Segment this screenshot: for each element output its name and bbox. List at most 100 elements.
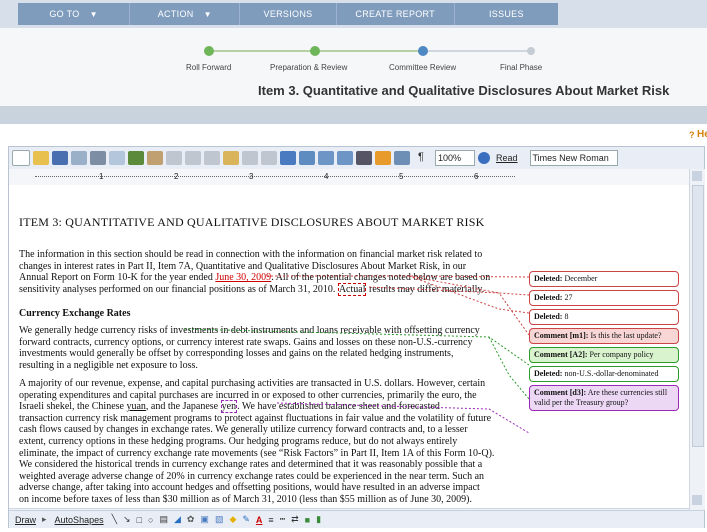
zoom-select[interactable]: 100% — [435, 150, 475, 166]
save-icon[interactable] — [52, 151, 68, 165]
read-button[interactable]: Read — [496, 153, 518, 163]
connector-line — [276, 402, 530, 434]
help-link[interactable]: He — [697, 129, 707, 140]
scroll-thumb[interactable] — [692, 185, 704, 447]
arrow-icon[interactable]: ↘ — [123, 514, 131, 525]
nav-versions-label: VERSIONS — [263, 9, 313, 19]
ruler[interactable]: 1 2 3 4 5 6 — [9, 169, 689, 186]
scroll-down-icon[interactable] — [692, 495, 702, 505]
document-editor: ¶ 100% Read Times New Roman 1 2 3 4 5 6 … — [8, 146, 705, 528]
comment-connectors — [183, 275, 530, 434]
font-select[interactable]: Times New Roman — [529, 150, 618, 166]
step-complete-icon — [310, 46, 320, 56]
nav-issues-label: ISSUES — [488, 9, 524, 19]
step-connector — [318, 50, 422, 52]
insert-table-icon[interactable] — [318, 151, 334, 165]
redo-icon[interactable] — [261, 151, 277, 165]
ruler-number: 5 — [399, 172, 404, 181]
chevron-down-icon: ▼ — [203, 9, 212, 19]
connector-line — [267, 275, 530, 278]
nav-issues-button[interactable]: ISSUES — [455, 3, 558, 25]
hyperlink-icon[interactable] — [280, 151, 296, 165]
open-folder-icon[interactable] — [33, 151, 49, 165]
page-title: Item 3. Quantitative and Qualitative Dis… — [258, 83, 670, 98]
copy-icon[interactable] — [185, 151, 201, 165]
document-map-icon[interactable] — [394, 151, 410, 165]
shadow-icon[interactable]: ■ — [305, 515, 310, 525]
step-connector — [214, 50, 314, 52]
workflow-progress: Roll Forward Preparation & Review Commit… — [0, 28, 707, 106]
select-objects-icon[interactable]: ▸ — [42, 514, 47, 525]
oval-icon[interactable]: ○ — [148, 515, 153, 525]
nav-action-label: ACTION — [157, 9, 194, 19]
line-icon[interactable]: ╲ — [112, 514, 117, 525]
format-painter-icon[interactable] — [223, 151, 239, 165]
print-preview-icon[interactable] — [109, 151, 125, 165]
step-label-final[interactable]: Final Phase — [500, 63, 542, 72]
picture-icon[interactable]: ▧ — [215, 514, 224, 525]
paste-icon[interactable] — [204, 151, 220, 165]
step-label-preparation[interactable]: Preparation & Review — [270, 63, 347, 72]
step-label-roll-forward[interactable]: Roll Forward — [186, 63, 231, 72]
help-icon[interactable] — [478, 152, 490, 164]
chevron-down-icon: ▼ — [89, 9, 98, 19]
nav-action-button[interactable]: ACTION ▼ — [130, 3, 241, 25]
connector-line — [183, 328, 530, 366]
step-complete-icon — [204, 46, 214, 56]
ruler-number: 1 — [99, 172, 104, 181]
ruler-number: 4 — [324, 172, 329, 181]
undo-icon[interactable] — [242, 151, 258, 165]
autoshapes-menu[interactable]: AutoShapes — [55, 515, 104, 525]
connector-line — [368, 286, 530, 336]
ruler-track — [35, 176, 515, 177]
clipart-icon[interactable]: ▣ — [200, 514, 209, 525]
help-question-icon[interactable]: ? — [689, 130, 695, 140]
ruler-number: 2 — [174, 172, 179, 181]
step-pending-icon — [527, 47, 535, 55]
nav-bar: GO TO ▼ ACTION ▼ VERSIONS CREATE REPORT IS… — [18, 3, 558, 25]
permission-icon[interactable] — [71, 151, 87, 165]
diagram-icon[interactable]: ✿ — [187, 514, 195, 525]
draw-menu[interactable]: Draw — [15, 515, 36, 525]
nav-create-report-label: CREATE REPORT — [355, 9, 435, 19]
tables-borders-icon[interactable] — [299, 151, 315, 165]
vertical-scrollbar[interactable] — [689, 169, 705, 510]
spelling-icon[interactable] — [128, 151, 144, 165]
line-style-icon[interactable]: ≡ — [268, 515, 273, 525]
ruler-number: 6 — [474, 172, 479, 181]
research-icon[interactable] — [147, 151, 163, 165]
top-navigation: GO TO ▼ ACTION ▼ VERSIONS CREATE REPORT IS… — [0, 0, 707, 28]
connector-line — [408, 275, 530, 314]
dash-style-icon[interactable]: ┅ — [280, 514, 285, 525]
divider-band — [0, 106, 707, 124]
step-current-icon — [418, 46, 428, 56]
connector-line — [488, 336, 530, 400]
step-connector — [426, 50, 528, 52]
print-icon[interactable] — [90, 151, 106, 165]
nav-versions-button[interactable]: VERSIONS — [240, 3, 337, 25]
ruler-number: 3 — [249, 172, 254, 181]
new-document-icon[interactable] — [12, 150, 30, 166]
textbox-icon[interactable]: ▤ — [159, 514, 168, 525]
connector-line — [408, 275, 530, 296]
scroll-up-icon[interactable] — [692, 171, 702, 181]
3d-icon[interactable]: ▮ — [316, 514, 321, 525]
nav-create-report-button[interactable]: CREATE REPORT — [337, 3, 455, 25]
drawing-toolbar: Draw ▸ AutoShapes ╲ ↘ □ ○ ▤ ◢ ✿ ▣ ▧ ◆ ✎ … — [9, 510, 704, 528]
wordart-icon[interactable]: ◢ — [174, 514, 181, 525]
drawing-icon[interactable] — [375, 151, 391, 165]
font-color-icon[interactable]: A — [256, 515, 263, 525]
arrow-style-icon[interactable]: ⇄ — [291, 514, 299, 525]
fill-color-icon[interactable]: ◆ — [229, 514, 236, 525]
insert-excel-icon[interactable] — [337, 151, 353, 165]
document-page[interactable]: ITEM 3: QUANTITATIVE AND QUALITATIVE DIS… — [9, 185, 689, 510]
cut-icon[interactable] — [166, 151, 182, 165]
help-bar: ? He — [0, 124, 707, 146]
nav-goto-label: GO TO — [49, 9, 80, 19]
rectangle-icon[interactable]: □ — [137, 515, 142, 525]
nav-goto-button[interactable]: GO TO ▼ — [18, 3, 131, 25]
line-color-icon[interactable]: ✎ — [242, 514, 250, 525]
show-formatting-icon[interactable]: ¶ — [413, 151, 429, 165]
columns-icon[interactable] — [356, 151, 372, 165]
step-label-committee[interactable]: Committee Review — [389, 63, 456, 72]
